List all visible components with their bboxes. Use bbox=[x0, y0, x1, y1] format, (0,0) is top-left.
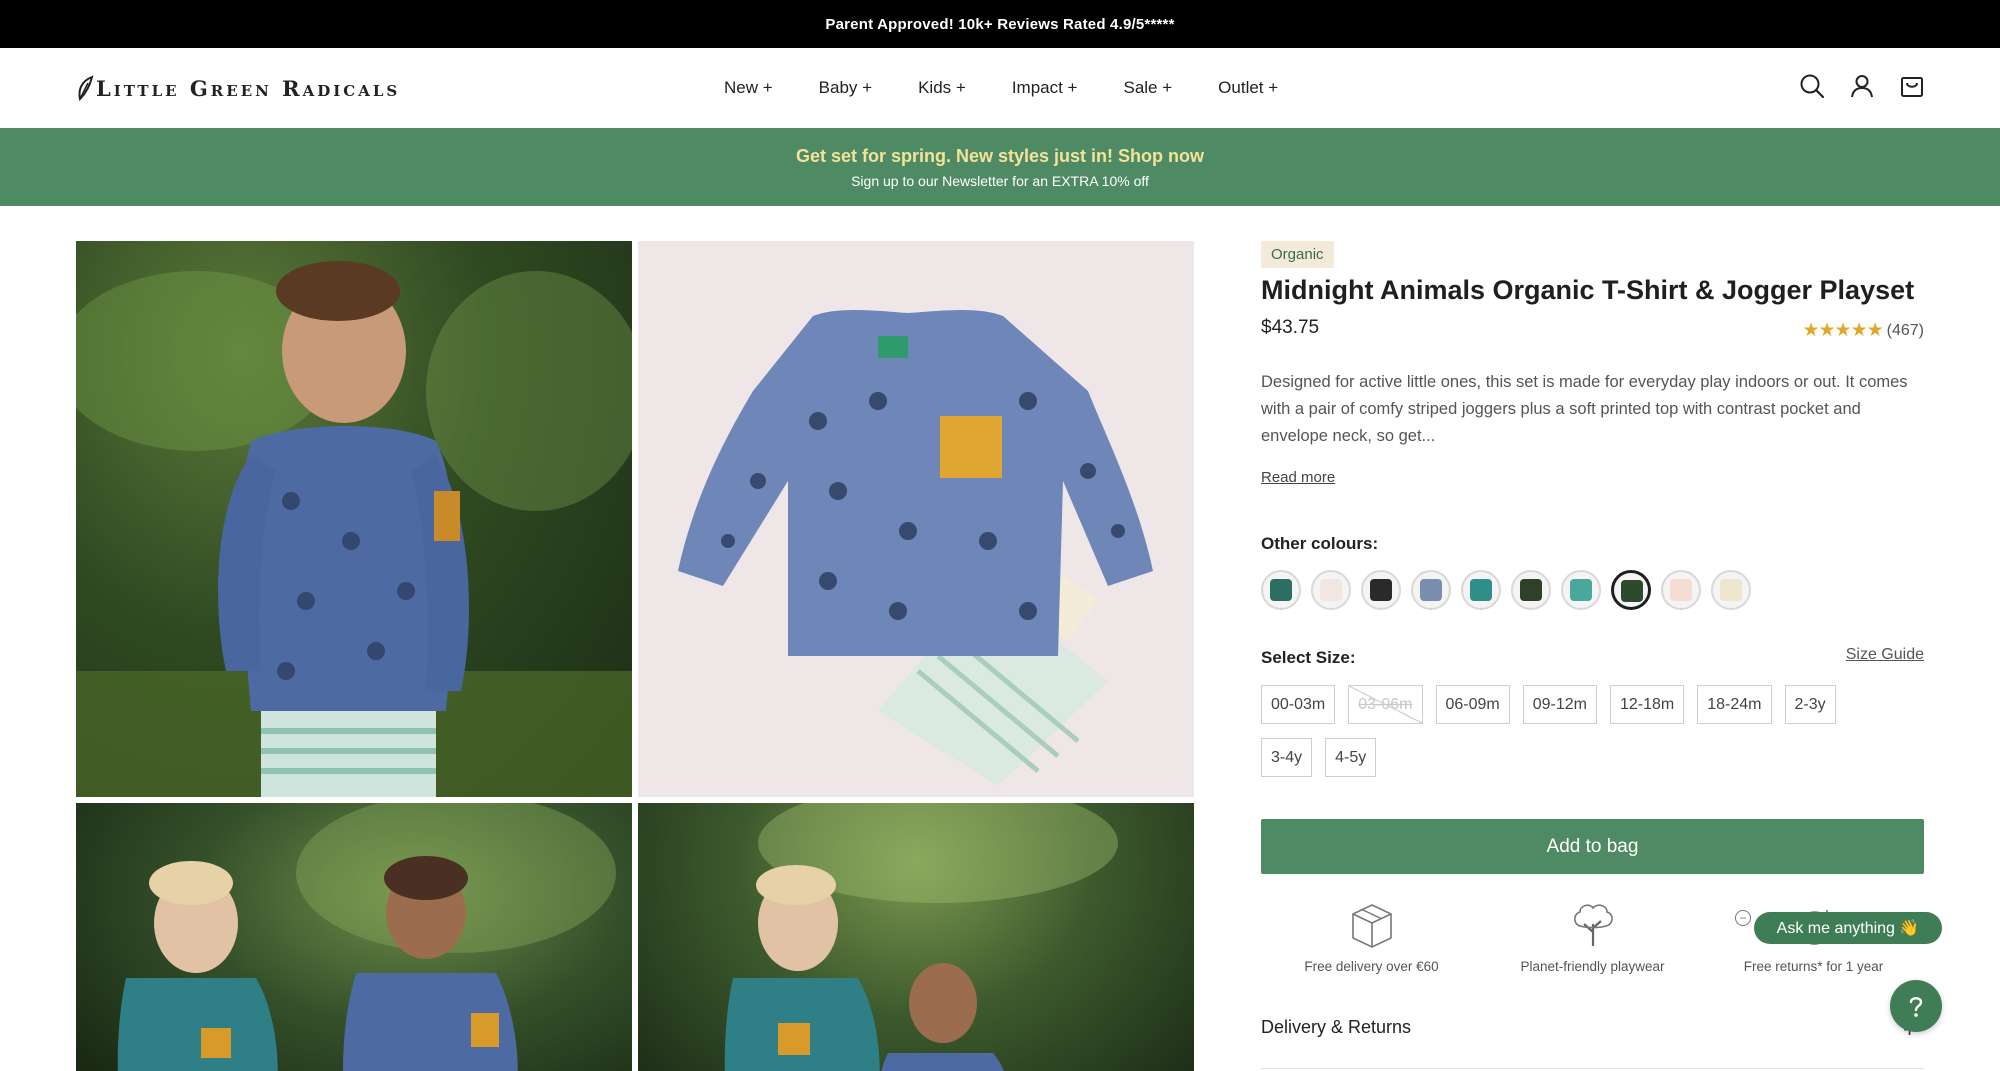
product-rating[interactable]: ★★★★★ (467) bbox=[1802, 319, 1924, 342]
star-rating-icon: ★★★★★ bbox=[1802, 320, 1883, 341]
box-icon bbox=[1349, 901, 1395, 951]
colour-swatch[interactable] bbox=[1461, 570, 1501, 610]
header-actions bbox=[1798, 72, 1926, 100]
colour-swatch[interactable] bbox=[1511, 570, 1551, 610]
nav-sale[interactable]: Sale + bbox=[1123, 78, 1172, 98]
product-price: $43.75 bbox=[1261, 317, 1320, 338]
read-more-link[interactable]: Read more bbox=[1261, 469, 1335, 486]
tree-icon bbox=[1570, 901, 1616, 951]
swatch-thumbnail bbox=[1420, 579, 1442, 601]
size-options: 00-03m 03-06m 06-09m 09-12m 12-18m 18-24m 2-3y… bbox=[1261, 685, 1881, 777]
product-image-lifestyle-1[interactable] bbox=[76, 241, 632, 797]
product-image-lifestyle-3[interactable] bbox=[638, 803, 1194, 1071]
account-icon[interactable] bbox=[1848, 72, 1876, 100]
size-option[interactable]: 03-06m bbox=[1348, 685, 1423, 724]
colour-swatch[interactable] bbox=[1561, 570, 1601, 610]
size-option[interactable]: 12-18m bbox=[1610, 685, 1685, 724]
swatch-thumbnail bbox=[1270, 579, 1292, 601]
size-option-label: 2-3y bbox=[1794, 695, 1826, 713]
colour-swatch[interactable] bbox=[1361, 570, 1401, 610]
swatch-thumbnail bbox=[1670, 579, 1692, 601]
nav-impact[interactable]: Impact + bbox=[1012, 78, 1078, 98]
nav-baby[interactable]: Baby + bbox=[819, 78, 872, 98]
brand-logo[interactable]: Little Green Radicals bbox=[76, 70, 400, 106]
swatch-thumbnail bbox=[1570, 579, 1592, 601]
help-button[interactable] bbox=[1890, 980, 1942, 1032]
product-image-lifestyle-2[interactable] bbox=[76, 803, 632, 1071]
product-image-flatlay[interactable] bbox=[638, 241, 1194, 797]
size-option[interactable]: 4-5y bbox=[1325, 738, 1377, 777]
swatch-thumbnail bbox=[1370, 579, 1392, 601]
size-option-label: 3-4y bbox=[1271, 748, 1303, 766]
benefit-planet-text: Planet-friendly playwear bbox=[1520, 959, 1665, 974]
leaf-icon bbox=[78, 75, 94, 101]
size-label: Select Size: bbox=[1261, 648, 1356, 667]
nav-new[interactable]: New + bbox=[724, 78, 773, 98]
brand-name: Little Green Radicals bbox=[96, 75, 401, 101]
bag-icon[interactable] bbox=[1898, 72, 1926, 100]
size-option-label: 18-24m bbox=[1707, 695, 1762, 713]
product-description: Designed for active little ones, this se… bbox=[1261, 373, 1908, 445]
colour-swatch[interactable] bbox=[1611, 570, 1651, 610]
benefit-returns-text: Free returns* for 1 year bbox=[1743, 959, 1884, 974]
promo-headline[interactable]: Get set for spring. New styles just in! … bbox=[796, 146, 1204, 167]
site-header: Little Green Radicals New + Baby + Kids … bbox=[0, 48, 2000, 128]
promo-subtext: Sign up to our Newsletter for an EXTRA 1… bbox=[851, 172, 1149, 189]
announcement-text: Parent Approved! 10k+ Reviews Rated 4.9/… bbox=[825, 15, 1175, 33]
size-option-label: 4-5y bbox=[1335, 748, 1367, 766]
swatch-thumbnail bbox=[1520, 579, 1542, 601]
colour-swatches bbox=[1261, 570, 1751, 610]
delivery-returns-title: Delivery & Returns bbox=[1261, 1017, 1412, 1037]
colour-swatch[interactable] bbox=[1711, 570, 1751, 610]
chat-minimize-icon[interactable]: − bbox=[1735, 910, 1751, 926]
size-option-label: 09-12m bbox=[1532, 695, 1587, 713]
size-option[interactable]: 2-3y bbox=[1784, 685, 1836, 724]
benefit-delivery-text: Free delivery over €60 bbox=[1304, 959, 1439, 974]
organic-badge: Organic bbox=[1261, 241, 1334, 268]
colour-swatch[interactable] bbox=[1661, 570, 1701, 610]
nav-outlet[interactable]: Outlet + bbox=[1218, 78, 1278, 98]
size-option[interactable]: 18-24m bbox=[1697, 685, 1772, 724]
swatch-thumbnail bbox=[1621, 580, 1643, 602]
size-option-label: 03-06m bbox=[1358, 695, 1413, 713]
size-option-label: 12-18m bbox=[1620, 695, 1675, 713]
colour-swatch[interactable] bbox=[1411, 570, 1451, 610]
promo-banner[interactable]: Get set for spring. New styles just in! … bbox=[0, 128, 2000, 206]
announcement-bar: Parent Approved! 10k+ Reviews Rated 4.9/… bbox=[0, 0, 2000, 48]
delivery-returns-accordion[interactable]: Delivery & Returns + bbox=[1261, 1017, 1924, 1069]
product-title: Midnight Animals Organic T-Shirt & Jogge… bbox=[1261, 275, 1915, 305]
size-option[interactable]: 09-12m bbox=[1522, 685, 1597, 724]
swatch-thumbnail bbox=[1720, 579, 1742, 601]
size-option[interactable]: 3-4y bbox=[1261, 738, 1313, 777]
search-icon[interactable] bbox=[1798, 72, 1826, 100]
size-option-label: 06-09m bbox=[1445, 695, 1500, 713]
colours-label: Other colours: bbox=[1261, 534, 1379, 553]
question-icon bbox=[1909, 997, 1923, 1017]
colour-swatch[interactable] bbox=[1261, 570, 1301, 610]
nav-kids[interactable]: Kids + bbox=[918, 78, 966, 98]
benefit-planet: Planet-friendly playwear bbox=[1482, 901, 1703, 974]
size-option[interactable]: 06-09m bbox=[1435, 685, 1510, 724]
size-option-label: 00-03m bbox=[1271, 695, 1326, 713]
colour-swatch[interactable] bbox=[1311, 570, 1351, 610]
swatch-thumbnail bbox=[1320, 579, 1342, 601]
size-guide-link[interactable]: Size Guide bbox=[1846, 646, 1924, 664]
size-option[interactable]: 00-03m bbox=[1261, 685, 1336, 724]
ask-me-anything-button[interactable]: Ask me anything 👋 bbox=[1754, 912, 1942, 944]
benefit-delivery: Free delivery over €60 bbox=[1261, 901, 1482, 974]
swatch-thumbnail bbox=[1470, 579, 1492, 601]
add-to-bag-button[interactable]: Add to bag bbox=[1261, 819, 1924, 874]
review-count: (467) bbox=[1886, 321, 1924, 339]
main-nav: New + Baby + Kids + Impact + Sale + Outl… bbox=[724, 48, 1324, 128]
